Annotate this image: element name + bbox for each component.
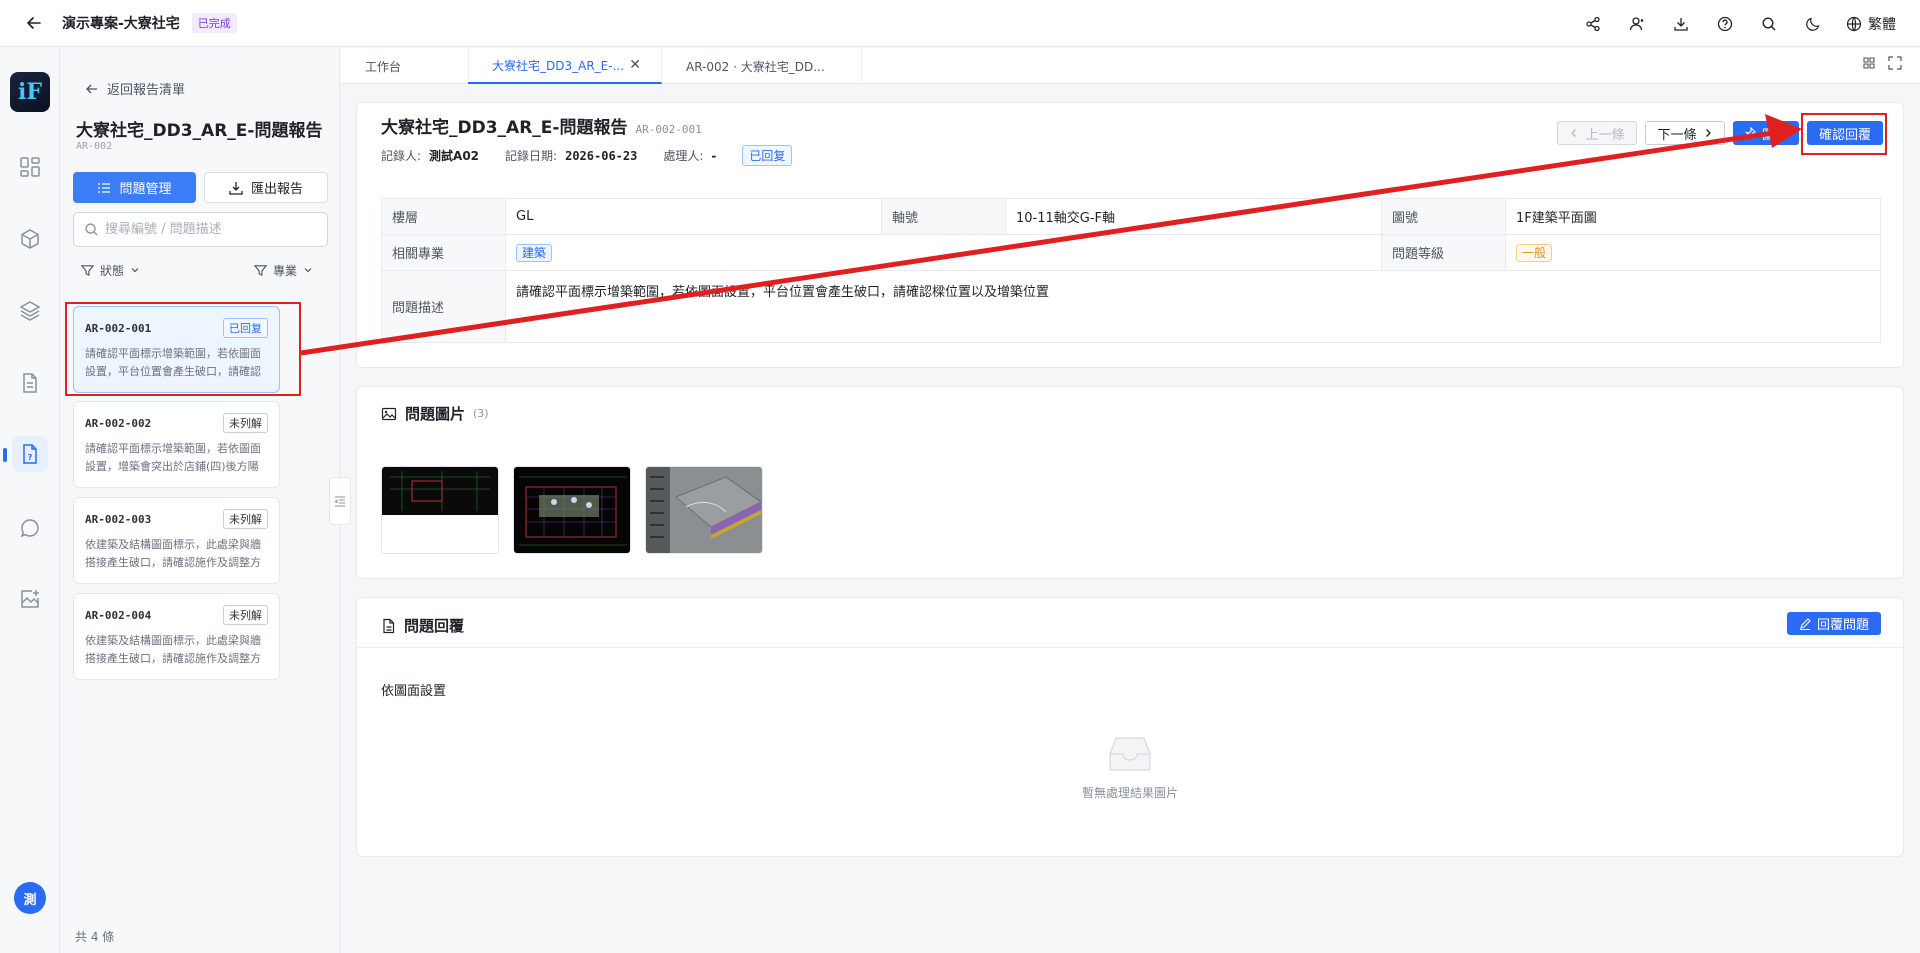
annotation-arrow	[300, 114, 1802, 356]
